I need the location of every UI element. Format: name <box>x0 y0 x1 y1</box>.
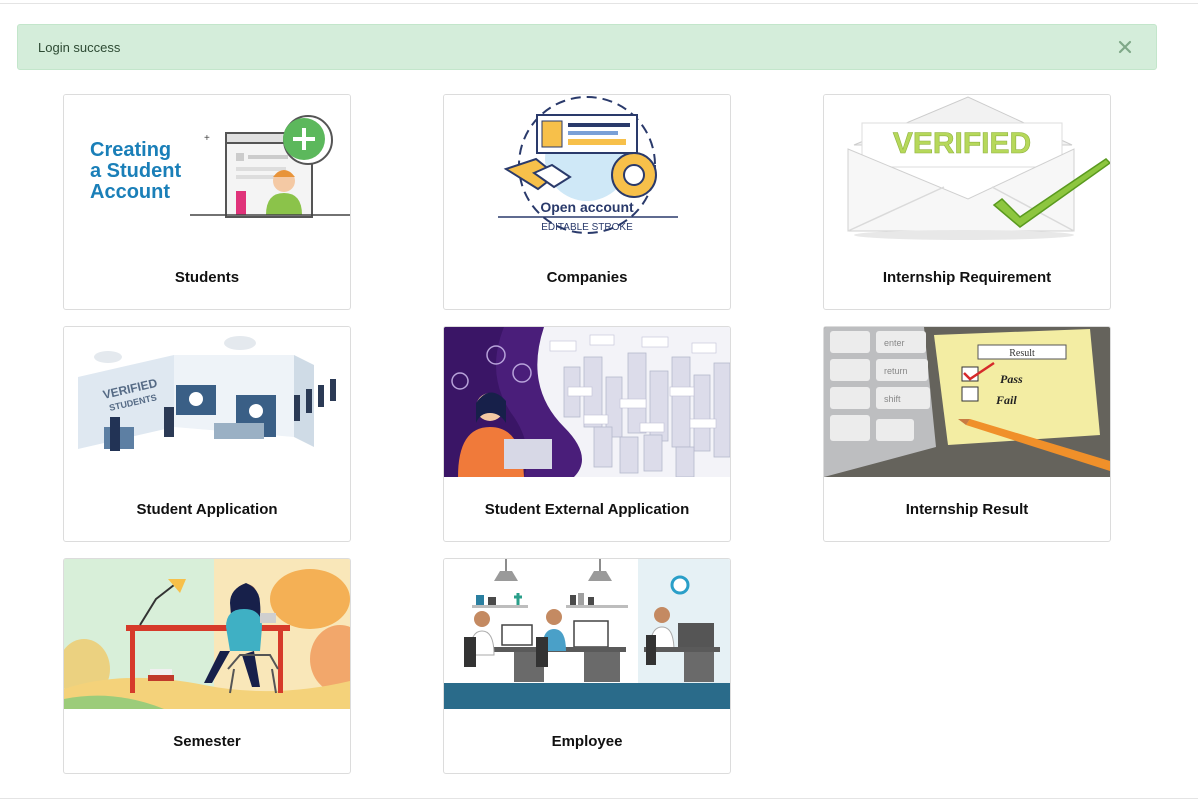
svg-text:Creating: Creating <box>90 139 171 161</box>
card-companies[interactable]: Open account EDITABLE STROKE Companies <box>443 94 731 310</box>
card-title: Student External Application <box>484 501 690 518</box>
svg-text:Account: Account <box>90 181 170 203</box>
card-student-application[interactable]: VERIFIED STUDENTS Student Application <box>63 326 351 542</box>
svg-text:Fail: Fail <box>995 393 1017 407</box>
card-title: Internship Result <box>905 501 1029 518</box>
card-title: Internship Requirement <box>882 269 1052 286</box>
card-title: Students <box>174 269 240 286</box>
svg-text:Pass: Pass <box>1000 372 1023 386</box>
svg-text:Open account: Open account <box>540 199 634 215</box>
card-title: Companies <box>546 269 628 286</box>
login-success-alert: Login success <box>17 24 1157 70</box>
card-students[interactable]: Creating a Student Account + Students <box>63 94 351 310</box>
card-title: Semester <box>173 733 241 750</box>
card-employee[interactable]: Employee <box>443 558 731 774</box>
student-external-application-image <box>444 327 730 477</box>
card-title: Student Application <box>136 501 278 518</box>
card-internship-requirement[interactable]: VERIFIED Internship Requirement <box>823 94 1111 310</box>
companies-image: Open account EDITABLE STROKE <box>444 95 730 245</box>
close-icon[interactable] <box>1116 38 1134 56</box>
internship-requirement-image: VERIFIED <box>824 95 1110 245</box>
svg-text:VERIFIED: VERIFIED <box>893 127 1031 160</box>
card-semester[interactable]: Semester <box>63 558 351 774</box>
internship-result-image: enter return shift Result Pass Fail <box>824 327 1110 477</box>
svg-text:a Student: a Student <box>90 160 181 182</box>
svg-text:+: + <box>204 133 210 144</box>
svg-text:return: return <box>884 366 908 376</box>
card-internship-result[interactable]: enter return shift Result Pass Fail Inte… <box>823 326 1111 542</box>
svg-text:Result: Result <box>1009 348 1035 359</box>
card-student-external-application[interactable]: Student External Application <box>443 326 731 542</box>
svg-text:shift: shift <box>884 394 901 404</box>
employee-image <box>444 559 730 709</box>
alert-message: Login success <box>38 40 121 55</box>
svg-text:EDITABLE STROKE: EDITABLE STROKE <box>541 222 633 233</box>
card-title: Employee <box>551 733 623 750</box>
students-image: Creating a Student Account + <box>64 95 350 245</box>
top-divider <box>0 3 1198 4</box>
student-application-image: VERIFIED STUDENTS <box>64 327 350 477</box>
bottom-divider <box>0 798 1198 799</box>
semester-image <box>64 559 350 709</box>
svg-text:enter: enter <box>884 338 905 348</box>
